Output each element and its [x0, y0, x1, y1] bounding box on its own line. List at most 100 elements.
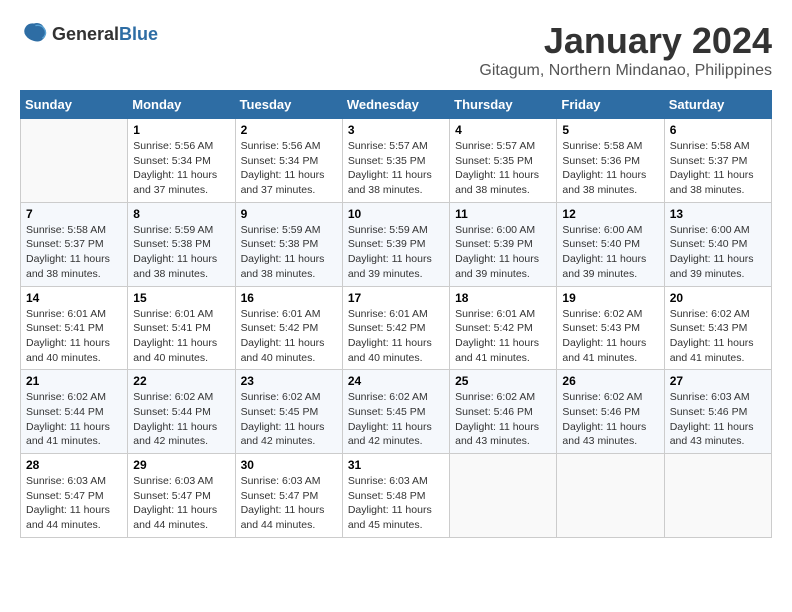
calendar-cell: 1Sunrise: 5:56 AMSunset: 5:34 PMDaylight… [128, 119, 235, 203]
cell-sun-info: Sunrise: 6:00 AMSunset: 5:40 PMDaylight:… [562, 223, 658, 282]
logo-blue: Blue [119, 24, 158, 44]
calendar-week-row: 1 Sunrise: 5:56 AMSunset: 5:34 PMDaylight… [21, 119, 772, 203]
cell-sun-info: Sunrise: 6:01 AMSunset: 5:41 PMDaylight:… [26, 307, 122, 366]
calendar-cell: 15Sunrise: 6:01 AMSunset: 5:41 PMDayligh… [128, 286, 235, 370]
cell-sun-info: Sunrise: 5:59 AMSunset: 5:38 PMDaylight:… [133, 223, 229, 282]
calendar-cell: 6 Sunrise: 5:58 AMSunset: 5:37 PMDaylight… [664, 119, 771, 203]
calendar-cell: 14 Sunrise: 6:01 AMSunset: 5:41 PMDayligh… [21, 286, 128, 370]
day-number: 2 [241, 123, 337, 137]
logo-icon [20, 20, 48, 48]
calendar-cell: 10 Sunrise: 5:59 AMSunset: 5:39 PMDayligh… [342, 202, 449, 286]
day-number: 20 [670, 291, 766, 305]
cell-sun-info: Sunrise: 6:01 AMSunset: 5:42 PMDaylight:… [455, 307, 551, 366]
calendar-cell: 8 Sunrise: 5:59 AMSunset: 5:38 PMDaylight… [128, 202, 235, 286]
logo-text: GeneralBlue [52, 24, 158, 45]
calendar-cell: 30Sunrise: 6:03 AMSunset: 5:47 PMDayligh… [235, 454, 342, 538]
cell-sun-info: Sunrise: 6:02 AMSunset: 5:44 PMDaylight:… [26, 390, 122, 449]
day-number: 7 [26, 207, 122, 221]
cell-sun-info: Sunrise: 6:02 AMSunset: 5:46 PMDaylight:… [562, 390, 658, 449]
day-number: 19 [562, 291, 658, 305]
day-number: 27 [670, 374, 766, 388]
day-number: 21 [26, 374, 122, 388]
calendar-cell: 28 Sunrise: 6:03 AMSunset: 5:47 PMDayligh… [21, 454, 128, 538]
cell-sun-info: Sunrise: 6:02 AMSunset: 5:43 PMDaylight:… [670, 307, 766, 366]
day-number: 24 [348, 374, 444, 388]
calendar-cell: 3 Sunrise: 5:57 AMSunset: 5:35 PMDaylight… [342, 119, 449, 203]
calendar-cell: 9Sunrise: 5:59 AMSunset: 5:38 PMDaylight… [235, 202, 342, 286]
day-number: 15 [133, 291, 229, 305]
cell-sun-info: Sunrise: 5:58 AMSunset: 5:36 PMDaylight:… [562, 139, 658, 198]
calendar-week-row: 21 Sunrise: 6:02 AMSunset: 5:44 PMDayligh… [21, 370, 772, 454]
calendar-week-row: 28 Sunrise: 6:03 AMSunset: 5:47 PMDayligh… [21, 454, 772, 538]
weekday-header-row: SundayMondayTuesdayWednesdayThursdayFrid… [21, 91, 772, 119]
calendar-cell: 5 Sunrise: 5:58 AMSunset: 5:36 PMDaylight… [557, 119, 664, 203]
calendar-cell: 31Sunrise: 6:03 AMSunset: 5:48 PMDayligh… [342, 454, 449, 538]
cell-sun-info: Sunrise: 6:03 AMSunset: 5:47 PMDaylight:… [133, 474, 229, 533]
cell-sun-info: Sunrise: 6:00 AMSunset: 5:39 PMDaylight:… [455, 223, 551, 282]
cell-sun-info: Sunrise: 6:03 AMSunset: 5:46 PMDaylight:… [670, 390, 766, 449]
title-section: January 2024 Gitagum, Northern Mindanao,… [479, 20, 772, 80]
calendar-cell: 25 Sunrise: 6:02 AMSunset: 5:46 PMDayligh… [450, 370, 557, 454]
day-number: 9 [241, 207, 337, 221]
calendar-cell: 24 Sunrise: 6:02 AMSunset: 5:45 PMDayligh… [342, 370, 449, 454]
cell-sun-info: Sunrise: 6:02 AMSunset: 5:45 PMDaylight:… [348, 390, 444, 449]
day-number: 14 [26, 291, 122, 305]
day-number: 5 [562, 123, 658, 137]
calendar-cell: 11 Sunrise: 6:00 AMSunset: 5:39 PMDayligh… [450, 202, 557, 286]
day-number: 17 [348, 291, 444, 305]
calendar-cell: 13Sunrise: 6:00 AMSunset: 5:40 PMDayligh… [664, 202, 771, 286]
calendar-cell: 27 Sunrise: 6:03 AMSunset: 5:46 PMDayligh… [664, 370, 771, 454]
day-number: 16 [241, 291, 337, 305]
weekday-header-tuesday: Tuesday [235, 91, 342, 119]
calendar-cell [21, 119, 128, 203]
location-subtitle: Gitagum, Northern Mindanao, Philippines [479, 62, 772, 80]
cell-sun-info: Sunrise: 5:58 AMSunset: 5:37 PMDaylight:… [26, 223, 122, 282]
weekday-header-wednesday: Wednesday [342, 91, 449, 119]
day-number: 6 [670, 123, 766, 137]
calendar-cell: 20 Sunrise: 6:02 AMSunset: 5:43 PMDayligh… [664, 286, 771, 370]
cell-sun-info: Sunrise: 6:01 AMSunset: 5:42 PMDaylight:… [348, 307, 444, 366]
calendar-cell: 17 Sunrise: 6:01 AMSunset: 5:42 PMDayligh… [342, 286, 449, 370]
cell-sun-info: Sunrise: 6:01 AMSunset: 5:42 PMDaylight:… [241, 307, 337, 366]
calendar-cell: 21 Sunrise: 6:02 AMSunset: 5:44 PMDayligh… [21, 370, 128, 454]
cell-sun-info: Sunrise: 5:59 AMSunset: 5:39 PMDaylight:… [348, 223, 444, 282]
weekday-header-saturday: Saturday [664, 91, 771, 119]
weekday-header-sunday: Sunday [21, 91, 128, 119]
cell-sun-info: Sunrise: 6:02 AMSunset: 5:45 PMDaylight:… [241, 390, 337, 449]
day-number: 26 [562, 374, 658, 388]
calendar-cell: 18 Sunrise: 6:01 AMSunset: 5:42 PMDayligh… [450, 286, 557, 370]
day-number: 12 [562, 207, 658, 221]
day-number: 8 [133, 207, 229, 221]
calendar-cell: 4Sunrise: 5:57 AMSunset: 5:35 PMDaylight… [450, 119, 557, 203]
cell-sun-info: Sunrise: 5:57 AMSunset: 5:35 PMDaylight:… [348, 139, 444, 198]
cell-sun-info: Sunrise: 6:03 AMSunset: 5:47 PMDaylight:… [241, 474, 337, 533]
day-number: 25 [455, 374, 551, 388]
calendar-table: SundayMondayTuesdayWednesdayThursdayFrid… [20, 90, 772, 538]
calendar-cell: 22Sunrise: 6:02 AMSunset: 5:44 PMDayligh… [128, 370, 235, 454]
calendar-cell [450, 454, 557, 538]
calendar-cell: 16 Sunrise: 6:01 AMSunset: 5:42 PMDayligh… [235, 286, 342, 370]
page-header: GeneralBlue January 2024 Gitagum, Northe… [20, 20, 772, 80]
month-year-title: January 2024 [479, 20, 772, 62]
logo-general: General [52, 24, 119, 44]
calendar-cell: 7 Sunrise: 5:58 AMSunset: 5:37 PMDaylight… [21, 202, 128, 286]
weekday-header-monday: Monday [128, 91, 235, 119]
calendar-cell: 19Sunrise: 6:02 AMSunset: 5:43 PMDayligh… [557, 286, 664, 370]
cell-sun-info: Sunrise: 6:02 AMSunset: 5:46 PMDaylight:… [455, 390, 551, 449]
day-number: 11 [455, 207, 551, 221]
calendar-cell: 29Sunrise: 6:03 AMSunset: 5:47 PMDayligh… [128, 454, 235, 538]
weekday-header-friday: Friday [557, 91, 664, 119]
day-number: 23 [241, 374, 337, 388]
cell-sun-info: Sunrise: 5:56 AMSunset: 5:34 PMDaylight:… [241, 139, 337, 198]
day-number: 18 [455, 291, 551, 305]
cell-sun-info: Sunrise: 5:58 AMSunset: 5:37 PMDaylight:… [670, 139, 766, 198]
calendar-cell: 2 Sunrise: 5:56 AMSunset: 5:34 PMDaylight… [235, 119, 342, 203]
day-number: 28 [26, 458, 122, 472]
day-number: 10 [348, 207, 444, 221]
day-number: 1 [133, 123, 229, 137]
calendar-week-row: 14 Sunrise: 6:01 AMSunset: 5:41 PMDayligh… [21, 286, 772, 370]
day-number: 3 [348, 123, 444, 137]
calendar-cell: 23 Sunrise: 6:02 AMSunset: 5:45 PMDayligh… [235, 370, 342, 454]
cell-sun-info: Sunrise: 6:03 AMSunset: 5:47 PMDaylight:… [26, 474, 122, 533]
day-number: 31 [348, 458, 444, 472]
